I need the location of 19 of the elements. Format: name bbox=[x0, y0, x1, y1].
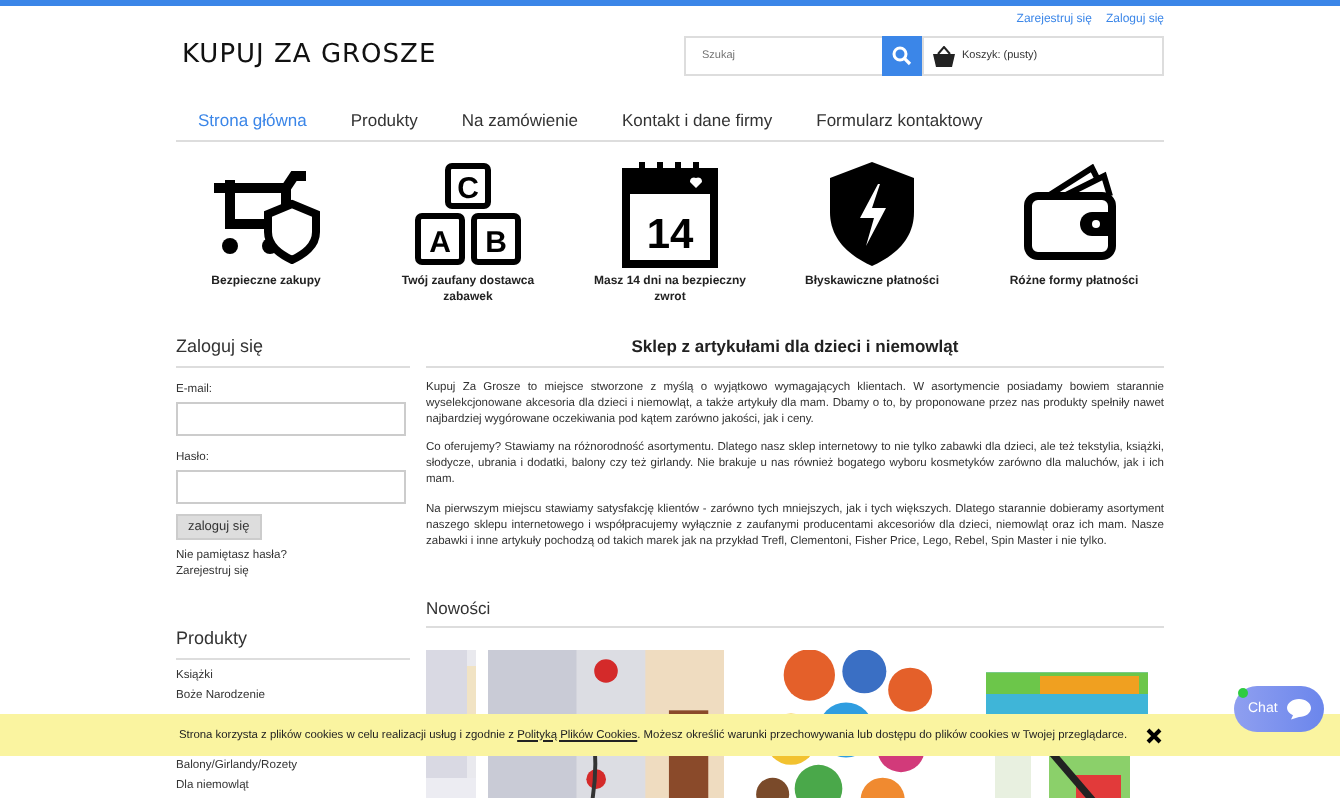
section-title: Nowości bbox=[426, 598, 1164, 628]
shield-bolt-icon bbox=[826, 160, 918, 268]
close-button[interactable] bbox=[1145, 727, 1162, 743]
section-title: Zaloguj się bbox=[176, 335, 410, 368]
page-heading: Sklep z artykułami dla dzieci i niemowląt bbox=[426, 335, 1164, 368]
email-field[interactable] bbox=[176, 401, 406, 436]
chat-bubble-icon bbox=[1285, 698, 1312, 720]
search-icon bbox=[892, 46, 912, 66]
password-field[interactable] bbox=[176, 469, 406, 504]
section-title: Produkty bbox=[176, 627, 410, 660]
close-icon bbox=[1145, 727, 1162, 743]
nav-tab[interactable]: Formularz kontaktowy bbox=[794, 110, 1005, 130]
nav-tab[interactable]: Kontakt i dane firmy bbox=[600, 110, 795, 130]
search-button[interactable] bbox=[882, 36, 922, 76]
logo[interactable]: KUPUJ ZA GROSZE bbox=[182, 40, 437, 70]
nav-tab[interactable]: Strona główna bbox=[176, 110, 329, 130]
basket-icon bbox=[932, 45, 956, 67]
nav-tab[interactable]: Produkty bbox=[328, 110, 440, 130]
nav-tab[interactable]: Na zamówienie bbox=[439, 110, 601, 130]
